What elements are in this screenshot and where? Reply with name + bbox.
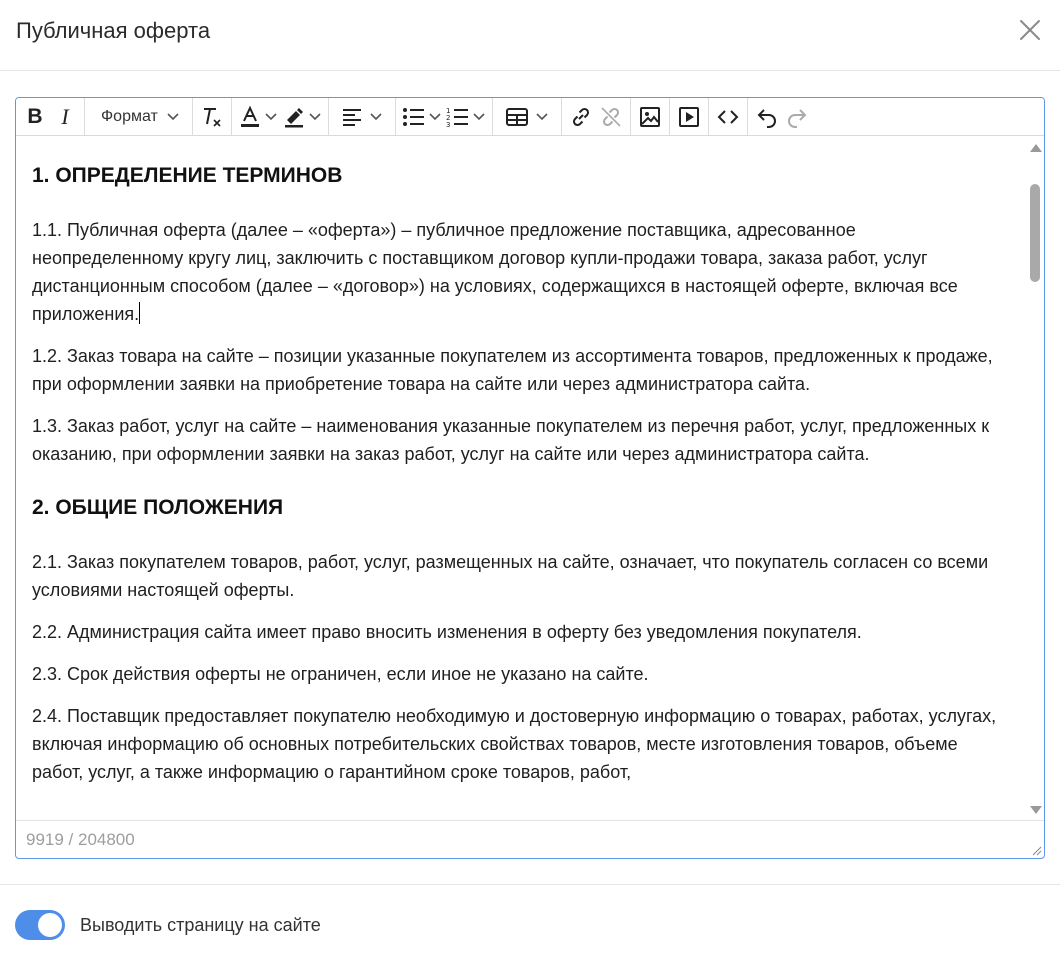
- scrollbar-thumb[interactable]: [1030, 184, 1040, 282]
- paragraph-text: 1.1. Публичная оферта (далее – «оферта»)…: [32, 220, 958, 324]
- redo-button[interactable]: [782, 102, 812, 132]
- toolbar-group-table: [493, 98, 562, 135]
- toolbar-group-clear: [193, 98, 232, 135]
- scroll-down-arrow-icon[interactable]: [1030, 806, 1042, 814]
- section-heading: 2. ОБЩИЕ ПОЛОЖЕНИЯ: [32, 496, 284, 519]
- undo-icon: [757, 108, 776, 128]
- chevron-down-icon: [167, 112, 179, 120]
- text-caret: [139, 302, 141, 324]
- toolbar-group-links: [562, 98, 631, 135]
- numbered-list-button[interactable]: 1 2 3: [444, 102, 488, 132]
- clear-formatting-button[interactable]: [197, 102, 227, 132]
- toolbar-group-history: [748, 98, 816, 135]
- unlink-button[interactable]: [596, 102, 626, 132]
- bullet-list-button[interactable]: [400, 102, 444, 132]
- close-button[interactable]: [1016, 16, 1044, 44]
- highlight-color-button[interactable]: [280, 102, 324, 132]
- insert-link-button[interactable]: [566, 102, 596, 132]
- toolbar-group-code: [709, 98, 748, 135]
- align-left-icon: [342, 108, 361, 126]
- italic-button[interactable]: I: [50, 102, 80, 132]
- image-icon: [639, 106, 660, 127]
- paragraph: 2.3. Срок действия оферты не ограничен, …: [32, 664, 649, 684]
- paragraph: 1.2. Заказ товара на сайте – позиции ука…: [32, 346, 993, 394]
- table-icon: [505, 107, 528, 126]
- chevron-down-icon: [265, 112, 277, 120]
- bold-button[interactable]: B: [20, 102, 50, 132]
- paragraph: 2.4. Поставщик предоставляет покупателю …: [32, 706, 997, 782]
- rich-text-editor: B I Формат 1 2 3 1. ОПРЕДЕЛЕНИЕ ТЕРМИНОВ…: [15, 97, 1045, 859]
- paragraph: 1.1. Публичная оферта (далее – «оферта»)…: [32, 216, 1010, 328]
- align-dropdown[interactable]: [333, 102, 391, 132]
- video-icon: [678, 106, 699, 127]
- editor-toolbar: B I Формат 1 2 3: [16, 98, 1044, 136]
- bold-icon: B: [27, 104, 43, 128]
- svg-text:3: 3: [446, 121, 450, 128]
- publish-toggle-label: Выводить страницу на сайте: [80, 914, 321, 935]
- toolbar-group-video: [670, 98, 709, 135]
- editor-scrollbar[interactable]: [1026, 136, 1044, 820]
- text-color-button[interactable]: [236, 102, 280, 132]
- section-heading: 1. ОПРЕДЕЛЕНИЕ ТЕРМИНОВ: [32, 164, 343, 187]
- toolbar-group-text-style: B I: [16, 98, 85, 135]
- chevron-down-icon: [370, 112, 382, 120]
- modal-title: Публичная оферта: [16, 18, 211, 43]
- toolbar-group-lists: 1 2 3: [396, 98, 493, 135]
- chevron-down-icon: [536, 112, 548, 120]
- highlighter-icon: [284, 107, 303, 127]
- source-code-button[interactable]: [713, 102, 743, 132]
- modal-dialog: Публичная оферта B I Формат 1 2 3 1. ОПР…: [0, 0, 1060, 953]
- toolbar-group-format: Формат: [85, 98, 193, 135]
- chevron-down-icon: [309, 112, 321, 120]
- toolbar-group-align: [329, 98, 396, 135]
- clear-formatting-icon: [203, 107, 221, 127]
- redo-icon: [787, 108, 807, 128]
- chevron-down-icon: [473, 112, 485, 120]
- toolbar-group-colors: [232, 98, 329, 135]
- publish-toggle-switch[interactable]: [15, 910, 65, 940]
- paragraph: 2.2. Администрация сайта имеет право вно…: [32, 622, 862, 642]
- character-counter: 9919 / 204800: [26, 830, 135, 849]
- paragraph: 1.3. Заказ работ, услуг на сайте – наиме…: [32, 416, 990, 464]
- publish-toggle-row: Выводить страницу на сайте: [15, 909, 321, 941]
- paragraph: 2.1. Заказ покупателем товаров, работ, у…: [32, 552, 989, 600]
- text-color-icon: [240, 105, 259, 127]
- italic-icon: I: [61, 103, 69, 129]
- resize-handle-icon[interactable]: [1030, 844, 1042, 856]
- modal-header: Публичная оферта: [0, 0, 1060, 71]
- insert-image-button[interactable]: [635, 102, 665, 132]
- footer-divider: [0, 884, 1060, 885]
- editor-status-bar: 9919 / 204800: [16, 820, 1044, 858]
- close-icon: [1020, 20, 1040, 40]
- code-icon: [717, 109, 739, 124]
- bullet-list-icon: [402, 107, 424, 126]
- format-dropdown[interactable]: Формат: [89, 102, 188, 132]
- chevron-down-icon: [429, 112, 441, 120]
- scroll-up-arrow-icon[interactable]: [1030, 144, 1042, 152]
- link-icon: [572, 107, 589, 126]
- table-dropdown[interactable]: [497, 102, 557, 132]
- numbered-list-icon: 1 2 3: [446, 107, 468, 128]
- undo-button[interactable]: [752, 102, 782, 132]
- toolbar-group-media: [631, 98, 670, 135]
- format-dropdown-label: Формат: [101, 107, 158, 125]
- insert-video-button[interactable]: [674, 102, 704, 132]
- unlink-icon: [601, 106, 621, 127]
- editor-content[interactable]: 1. ОПРЕДЕЛЕНИЕ ТЕРМИНОВ 1.1. Публичная о…: [16, 136, 1026, 820]
- toggle-knob: [38, 913, 62, 937]
